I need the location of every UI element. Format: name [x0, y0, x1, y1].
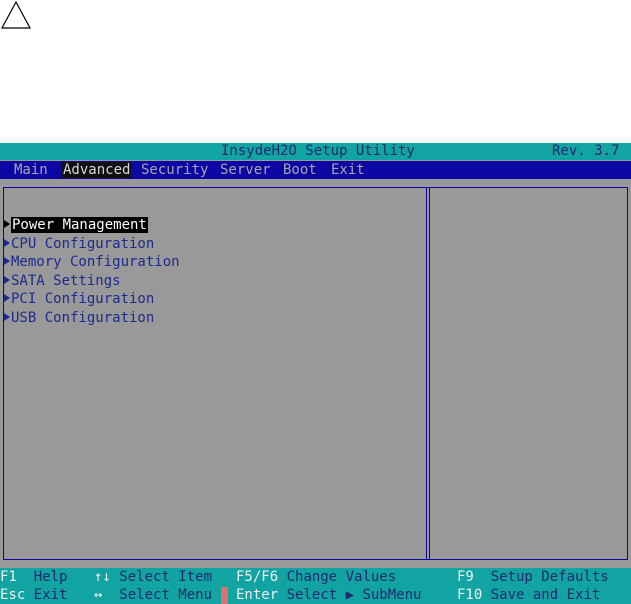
submenu-arrow-icon [4, 220, 10, 228]
change-values-key: F5/F6 Change Values [236, 569, 397, 585]
tab-boot[interactable]: Boot [282, 162, 318, 178]
submenu-arrow-icon [4, 238, 10, 247]
menu-item-cpu-configuration[interactable]: CPU Configuration [4, 235, 180, 254]
tab-security[interactable]: Security [140, 162, 209, 178]
exit-key: Esc Exit [0, 587, 68, 603]
menu-item-sata-settings[interactable]: SATA Settings [4, 272, 180, 291]
menu-item-pci-configuration[interactable]: PCI Configuration [4, 290, 180, 309]
submenu-arrow-icon [4, 257, 10, 265]
menu-bar: Main Advanced Security Server Boot Exit [0, 161, 631, 179]
select-item-key: ↑↓ Select Item [94, 569, 213, 585]
tab-exit[interactable]: Exit [330, 162, 366, 178]
title-bar: InsydeH2O Setup Utility Rev. 3.7 [0, 143, 631, 160]
select-menu-key: ↔ Select Menu [94, 587, 213, 603]
submenu-arrow-icon [4, 294, 10, 302]
setup-defaults-key: F9 Setup Defaults [457, 569, 609, 585]
revision-label: Rev. 3.7 [552, 143, 620, 159]
tab-server[interactable]: Server [219, 162, 272, 178]
save-exit-key: F10 Save and Exit [457, 587, 601, 603]
submenu-arrow-icon [4, 312, 10, 321]
help-key: F1 Help [0, 569, 68, 585]
advanced-menu-list: Power Management CPU Configuration Memor… [4, 216, 180, 327]
menu-item-memory-configuration[interactable]: Memory Configuration [4, 253, 180, 272]
submenu-arrow-icon [4, 275, 10, 284]
enter-submenu-key: Enter Select ▶ SubMenu [236, 587, 422, 603]
menu-item-power-management[interactable]: Power Management [4, 216, 180, 235]
panel-divider [429, 188, 430, 559]
panel-divider [426, 188, 427, 559]
utility-title: InsydeH2O Setup Utility [221, 143, 415, 159]
cursor-marker [221, 587, 228, 604]
key-help-bar: F1 Help ↑↓ Select Item F5/F6 Change Valu… [0, 568, 631, 604]
bios-setup-screen: InsydeH2O Setup Utility Rev. 3.7 Main Ad… [0, 143, 631, 604]
warning-triangle-icon [0, 0, 32, 29]
menu-item-usb-configuration[interactable]: USB Configuration [4, 309, 180, 328]
tab-advanced[interactable]: Advanced [62, 162, 132, 178]
tab-main[interactable]: Main [13, 162, 49, 178]
